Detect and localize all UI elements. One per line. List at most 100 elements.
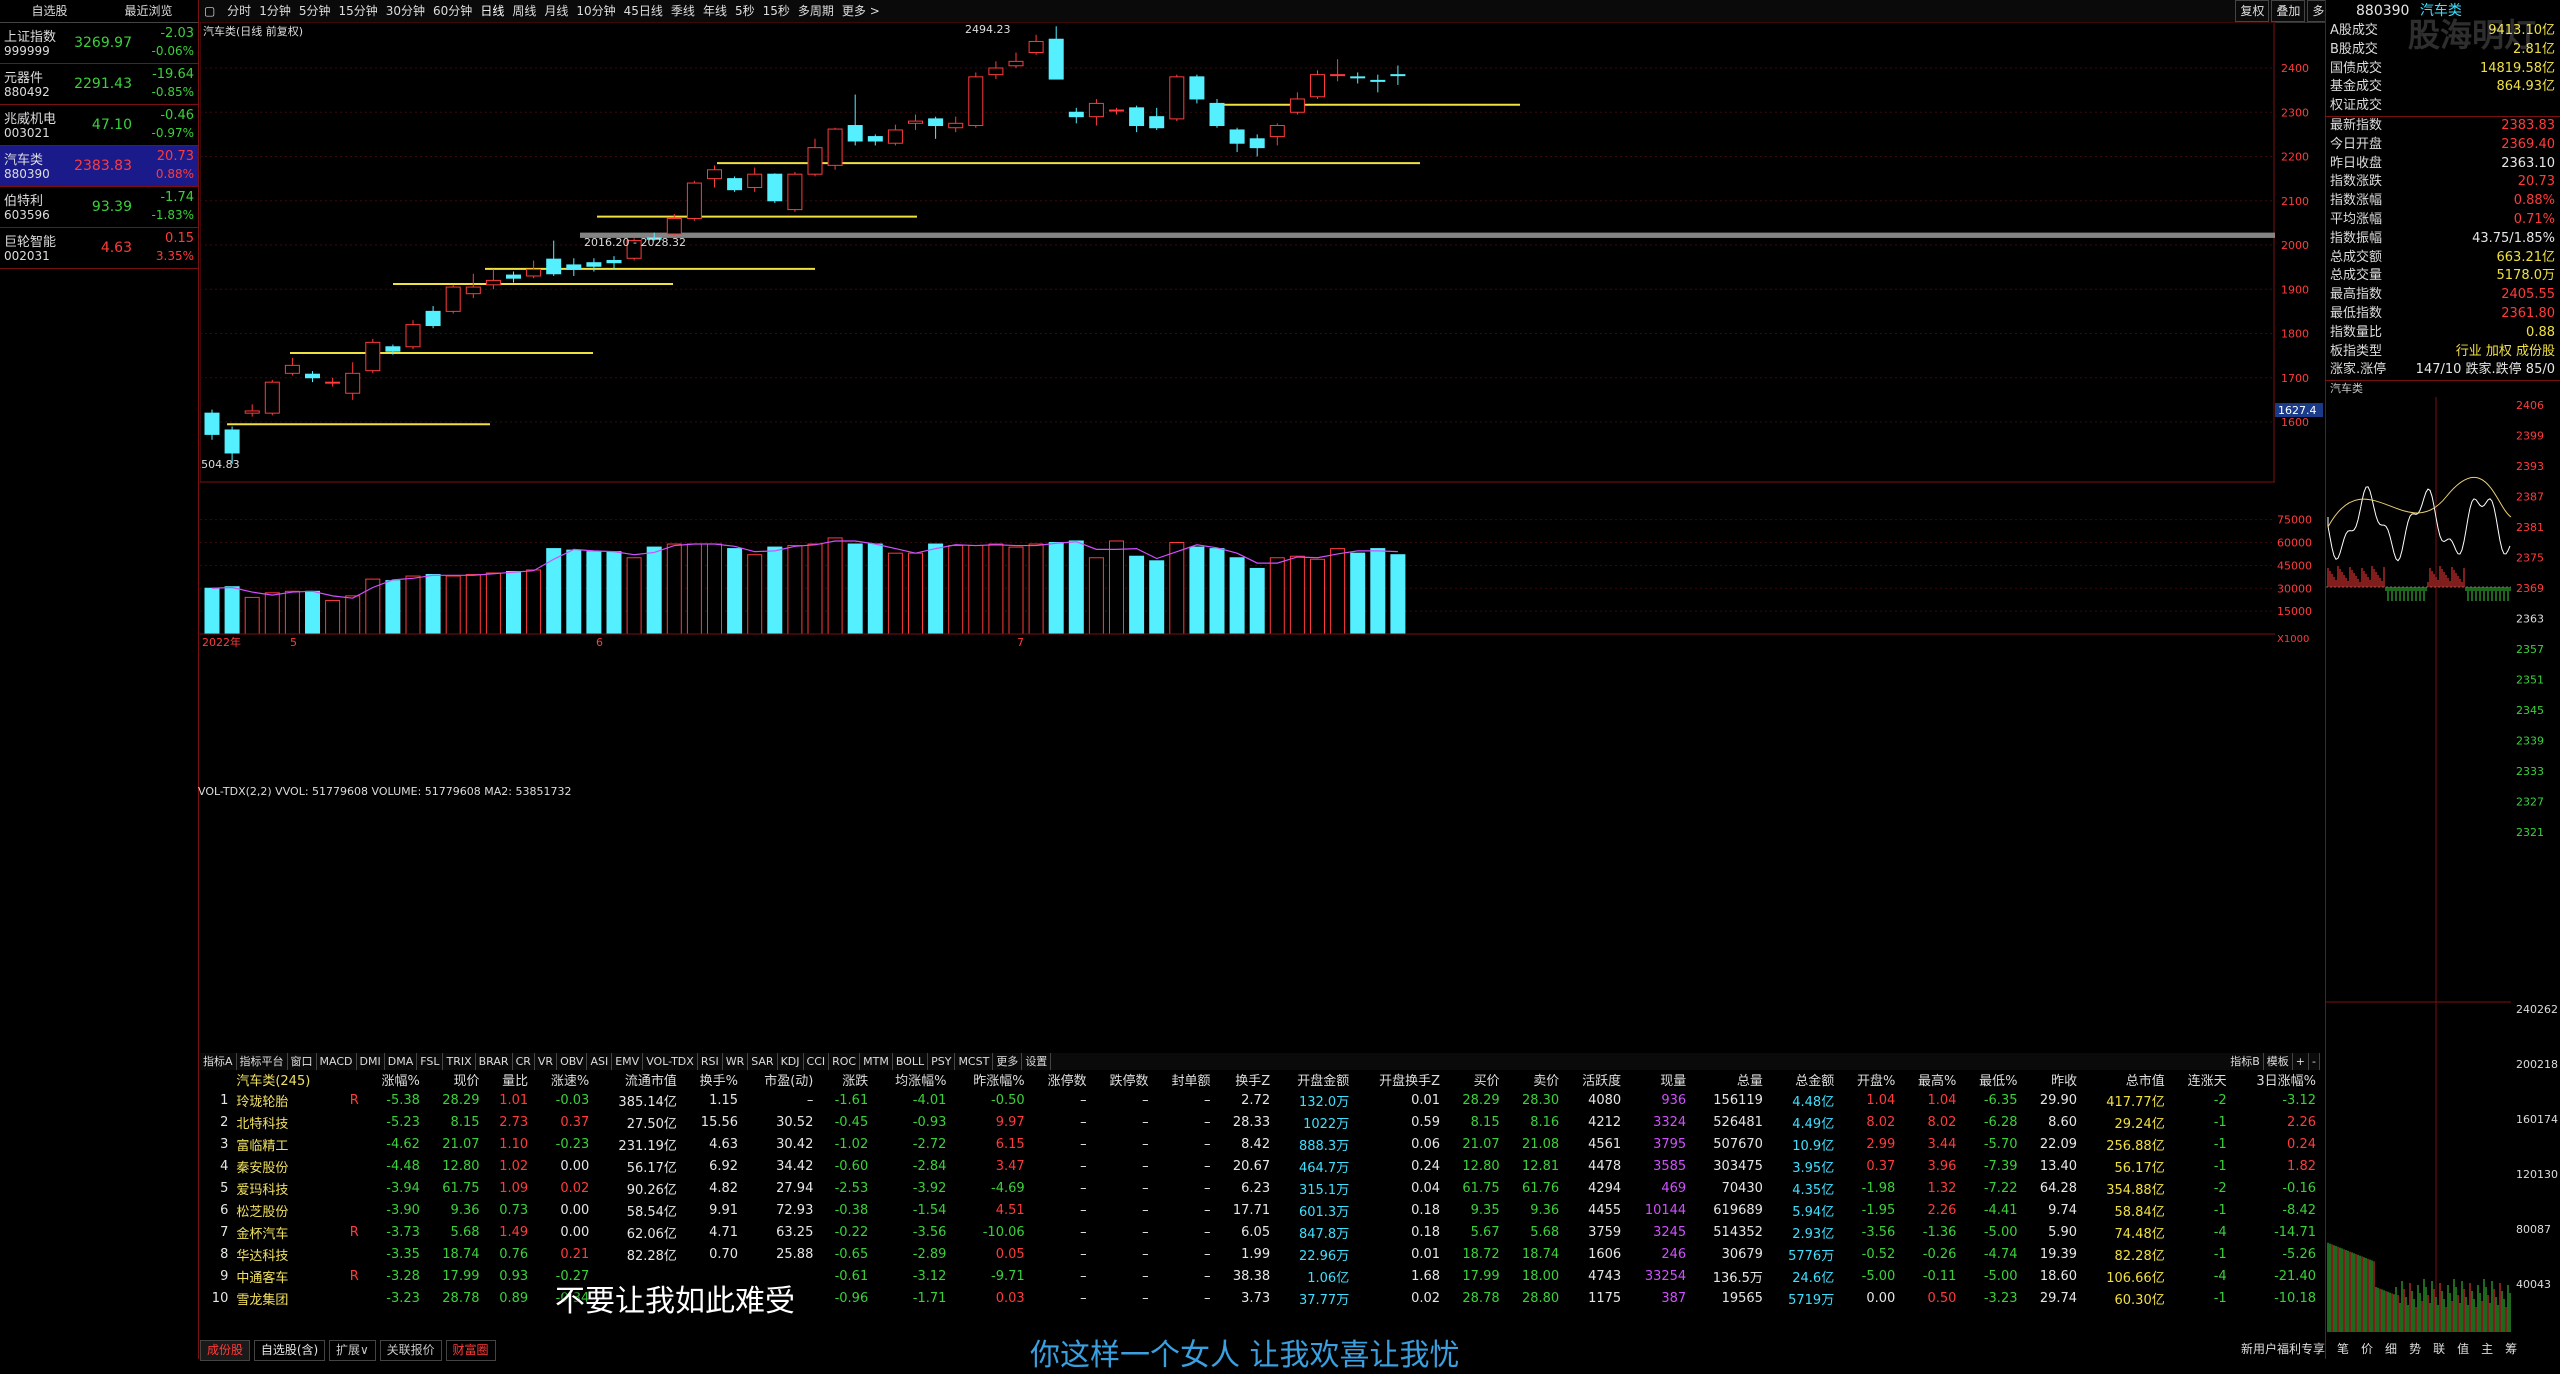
indicator-button[interactable]: SAR [748, 1053, 778, 1070]
table-row[interactable]: 10 雪龙集团 -3.23 28.78 0.89 -0.34 -0.96 -1.71 0.03–… [200, 1287, 2320, 1309]
watchlist-item[interactable]: 兆威机电 003021 47.10 -0.46 -0.97% [0, 105, 198, 146]
indicator-button[interactable]: MTM [860, 1053, 893, 1070]
period-button[interactable]: 季线 [667, 0, 699, 22]
tab-favorites[interactable]: 自选股 [0, 0, 99, 22]
indicator-button[interactable]: DMA [385, 1053, 418, 1070]
table-row[interactable]: 9 中通客车 R -3.28 17.99 0.93 -0.27 -0.61 -3.12 -9.71… [200, 1265, 2320, 1287]
indicator-button[interactable]: BOLL [893, 1053, 929, 1070]
column-header[interactable]: 总量 [1690, 1070, 1767, 1089]
column-header[interactable]: 总市值 [2081, 1070, 2169, 1089]
column-header[interactable] [340, 1070, 362, 1089]
toolbar-action-button[interactable]: 叠加 [2271, 0, 2306, 22]
indicator-button[interactable]: CCI [804, 1053, 830, 1070]
period-button[interactable]: 15分钟 [334, 0, 381, 22]
watchlist-item[interactable]: 巨轮智能 002031 4.63 0.15 3.35% [0, 228, 198, 269]
indicator-button[interactable]: PSY [928, 1053, 956, 1070]
period-button[interactable]: 年线 [699, 0, 731, 22]
indicator-button[interactable]: KDJ [778, 1053, 804, 1070]
column-header[interactable]: 3日涨幅% [2231, 1070, 2320, 1089]
column-header[interactable]: 现量 [1625, 1070, 1690, 1089]
indicator-button[interactable]: RSI [698, 1053, 723, 1070]
indicator-button[interactable]: MACD [317, 1053, 357, 1070]
period-button[interactable]: 日线 [476, 0, 508, 22]
period-button[interactable]: 15秒 [759, 0, 794, 22]
column-header[interactable]: 现价 [424, 1070, 484, 1089]
column-header[interactable]: 涨幅% [363, 1070, 424, 1089]
period-button[interactable]: 5分钟 [295, 0, 335, 22]
bottom-right-tab[interactable]: 笔 [2331, 1340, 2355, 1359]
bottom-right-tab[interactable]: 主 [2475, 1340, 2499, 1359]
column-header[interactable]: 开盘% [1838, 1070, 1899, 1089]
column-header[interactable]: 流通市值 [593, 1070, 681, 1089]
table-row[interactable]: 1 玲珑轮胎 R -5.38 28.29 1.01 -0.03 385.14亿 1.15 – -1.… [200, 1089, 2320, 1111]
watchlist-item[interactable]: 元器件 880492 2291.43 -19.64 -0.85% [0, 64, 198, 105]
indicator-button[interactable]: 指标平台 [237, 1053, 288, 1070]
period-button[interactable]: 10分钟 [572, 0, 619, 22]
toolbar-box-icon[interactable]: ▢ [200, 0, 219, 22]
watchlist-item[interactable]: 伯特利 603596 93.39 -1.74 -1.83% [0, 187, 198, 228]
column-header[interactable]: 汽车类(245) [232, 1070, 340, 1089]
indicator-button[interactable]: 窗口 [288, 1053, 317, 1070]
table-row[interactable]: 8 华达科技 -3.35 18.74 0.76 0.21 82.28亿 0.70 25.88 -0… [200, 1243, 2320, 1265]
column-header[interactable]: 开盘换手Z [1353, 1070, 1444, 1089]
indicator-button[interactable]: 设置 [1022, 1053, 1052, 1070]
indicator-button[interactable]: TRIX [443, 1053, 476, 1070]
indicator-right-button[interactable]: 指标B [2227, 1053, 2264, 1070]
intraday-mini-chart[interactable]: 2406 2399 2393 2387 2381 2375 2369 2363 2357 2351… [2326, 397, 2560, 1333]
column-header[interactable]: 换手Z [1215, 1070, 1275, 1089]
column-header[interactable]: 涨跌 [817, 1070, 872, 1089]
indicator-button[interactable]: OBV [557, 1053, 588, 1070]
column-header[interactable]: 封单额 [1153, 1070, 1215, 1089]
indicator-button[interactable]: ASI [587, 1053, 613, 1070]
indicator-button[interactable]: VOL-TDX [643, 1053, 698, 1070]
table-row[interactable]: 6 松芝股份 -3.90 9.36 0.73 0.00 58.54亿 9.91 72.93 -0.… [200, 1199, 2320, 1221]
indicator-button[interactable]: DMI [357, 1053, 385, 1070]
indicator-button[interactable]: VR [535, 1053, 558, 1070]
column-header[interactable]: 连涨天 [2169, 1070, 2231, 1089]
column-header[interactable]: 开盘金额 [1274, 1070, 1353, 1089]
column-header[interactable]: 均涨幅% [872, 1070, 950, 1089]
bottom-right-tab[interactable]: 筹 [2499, 1340, 2523, 1359]
indicator-button[interactable]: FSL [417, 1053, 444, 1070]
column-header[interactable] [200, 1070, 232, 1089]
tab-constituents[interactable]: 成份股 [200, 1340, 251, 1361]
indicator-button[interactable]: BRAR [476, 1053, 513, 1070]
bottom-right-tab[interactable]: 势 [2403, 1340, 2427, 1359]
indicator-button[interactable]: ROC [829, 1053, 861, 1070]
column-header[interactable]: 换手% [681, 1070, 742, 1089]
column-header[interactable]: 量比 [484, 1070, 533, 1089]
indicator-right-button[interactable]: - [2309, 1053, 2320, 1070]
period-button[interactable]: 分时 [223, 0, 255, 22]
column-header[interactable]: 活跃度 [1563, 1070, 1625, 1089]
column-header[interactable]: 最低% [1960, 1070, 2021, 1089]
table-row[interactable]: 3 富临精工 -4.62 21.07 1.10 -0.23 231.19亿 4.63 30.42… [200, 1133, 2320, 1155]
bottom-right-tab[interactable]: 价 [2355, 1340, 2379, 1359]
indicator-right-button[interactable]: + [2293, 1053, 2310, 1070]
period-button[interactable]: 60分钟 [429, 0, 476, 22]
column-header[interactable]: 昨涨幅% [950, 1070, 1028, 1089]
period-button[interactable]: 1分钟 [255, 0, 295, 22]
column-header[interactable]: 总金额 [1767, 1070, 1838, 1089]
kline-chart[interactable]: 2494.23 1504.83 2016.20 - 2028.32 2022年 5 6 7 [200, 22, 2275, 1037]
tab-related[interactable]: 关联报价 [379, 1340, 442, 1361]
indicator-button[interactable]: 指标A [200, 1053, 237, 1070]
indicator-button[interactable]: MCST [955, 1053, 994, 1070]
column-header[interactable]: 跌停数 [1091, 1070, 1153, 1089]
toolbar-action-button[interactable]: 复权 [2235, 0, 2270, 22]
bottom-right-tab[interactable]: 联 [2427, 1340, 2451, 1359]
indicator-button[interactable]: 更多 [993, 1053, 1023, 1070]
column-header[interactable]: 昨收 [2021, 1070, 2081, 1089]
tab-recent[interactable]: 最近浏览 [99, 0, 198, 22]
period-button[interactable]: 5秒 [731, 0, 759, 22]
table-row[interactable]: 2 北特科技 -5.23 8.15 2.73 0.37 27.50亿 15.56 30.52 -0… [200, 1111, 2320, 1133]
period-button[interactable]: 45日线 [620, 0, 667, 22]
period-button[interactable]: 多周期 [794, 0, 838, 22]
period-button[interactable]: 更多 > [838, 0, 884, 22]
bottom-right-tab[interactable]: 新用户福利专享 [2235, 1340, 2331, 1359]
tab-favorites-incl[interactable]: 自选股(含) [253, 1340, 326, 1361]
indicator-button[interactable]: EMV [612, 1053, 644, 1070]
bottom-right-tab[interactable]: 值 [2451, 1340, 2475, 1359]
period-button[interactable]: 周线 [508, 0, 540, 22]
column-header[interactable]: 市盈(动) [742, 1070, 817, 1089]
bottom-right-tab[interactable]: 细 [2379, 1340, 2403, 1359]
